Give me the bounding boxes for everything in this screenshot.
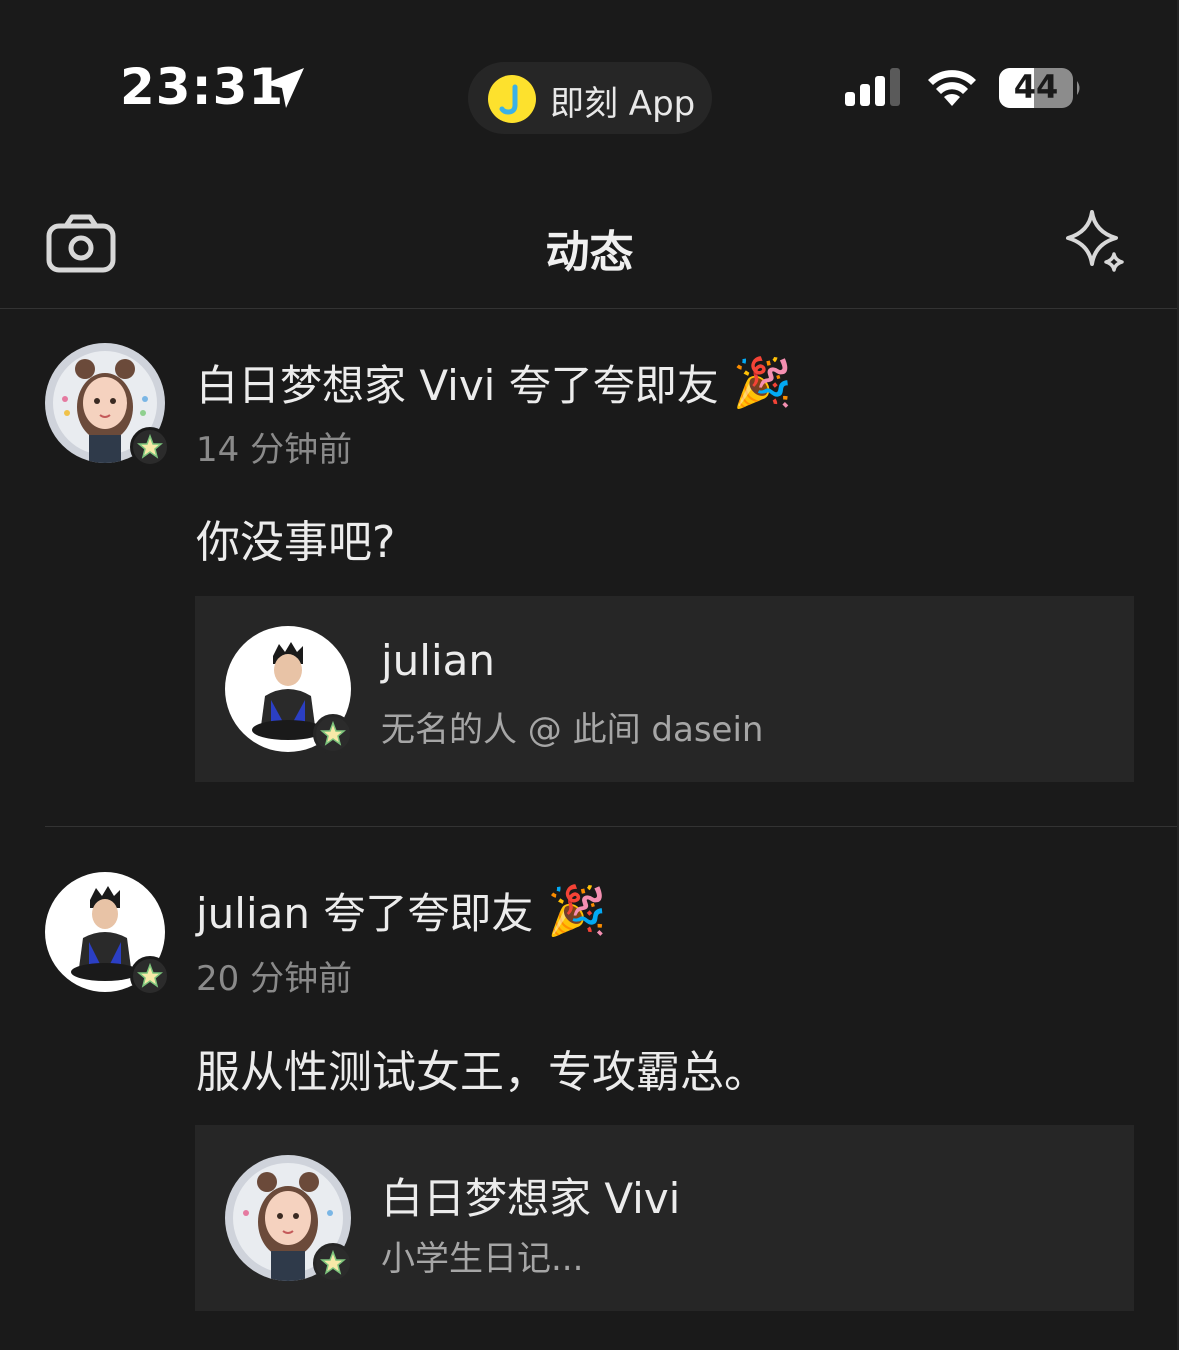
page-title: 动态	[545, 227, 634, 278]
verified-badge-icon	[130, 427, 170, 467]
island-app-label: 即刻 App	[550, 84, 696, 124]
verified-badge-icon	[313, 714, 353, 754]
verified-badge-icon	[313, 1243, 353, 1283]
cellular-signal-icon	[845, 68, 900, 106]
card-user-bio: 无名的人 @ 此间 dasein	[381, 710, 764, 750]
top-nav-bar: 动态	[0, 180, 1179, 308]
post-message: 服从性测试女王，专攻霸总。	[196, 1047, 768, 1098]
status-time: 23:31	[120, 58, 285, 116]
mentioned-user-card[interactable]: 白日梦想家 Vivi 小学生日记...	[195, 1125, 1134, 1311]
headline-text: julian 夸了夸即友	[196, 889, 534, 938]
party-popper-icon: 🎉	[547, 883, 608, 939]
verified-badge-icon	[130, 956, 170, 996]
mentioned-user-card[interactable]: julian 无名的人 @ 此间 dasein	[195, 596, 1134, 782]
status-bar: 23:31 即刻 App 44	[0, 0, 1179, 160]
card-user-name: 白日梦想家 Vivi	[381, 1174, 681, 1223]
battery-level: 44	[1013, 68, 1059, 106]
card-user-name: julian	[381, 636, 495, 685]
dynamic-island-app-indicator[interactable]: 即刻 App	[468, 62, 712, 134]
card-user-bio: 小学生日记...	[381, 1239, 584, 1279]
wifi-icon	[928, 70, 976, 106]
nav-divider	[0, 308, 1179, 309]
post-message: 你没事吧?	[196, 517, 396, 568]
battery-icon: 44	[998, 66, 1084, 114]
post-timestamp: 14 分钟前	[196, 430, 353, 470]
post-timestamp: 20 分钟前	[196, 959, 353, 999]
feed-headline: julian 夸了夸即友 🎉	[196, 880, 607, 941]
sparkle-icon[interactable]	[1062, 208, 1128, 276]
party-popper-icon: 🎉	[732, 355, 793, 411]
jike-logo-icon	[488, 75, 536, 123]
feed-divider	[45, 826, 1179, 827]
location-arrow-icon	[264, 68, 304, 108]
feed-headline: 白日梦想家 Vivi 夸了夸即友 🎉	[196, 352, 792, 413]
headline-text: 白日梦想家 Vivi 夸了夸即友	[196, 361, 719, 410]
